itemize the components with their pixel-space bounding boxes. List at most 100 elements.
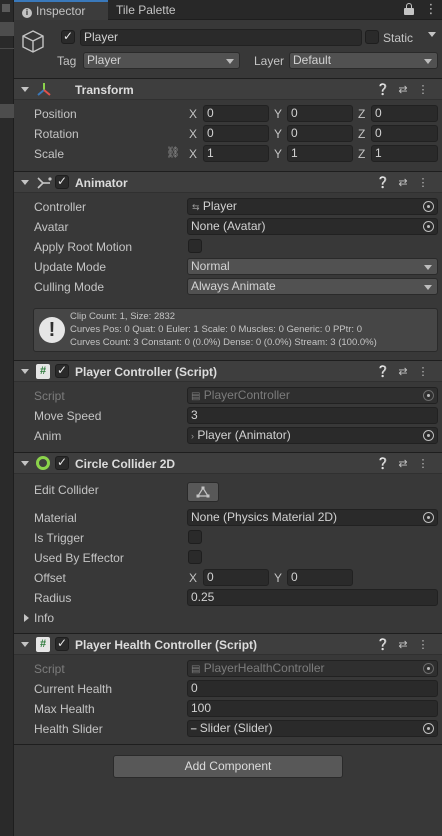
rotation-x-label[interactable]: X: [189, 126, 197, 142]
presets-icon[interactable]: ⇄: [396, 365, 410, 379]
active-checkbox[interactable]: [61, 29, 75, 44]
foldout-arrow-icon[interactable]: [21, 87, 29, 92]
scale-y-label[interactable]: Y: [274, 146, 282, 162]
kebab-menu-icon[interactable]: ⋮: [416, 457, 430, 471]
circle-collider-enabled-checkbox[interactable]: [55, 455, 69, 470]
static-dropdown-icon[interactable]: [428, 32, 436, 37]
update-mode-label: Update Mode: [34, 260, 107, 274]
add-component-button[interactable]: Add Component: [113, 755, 343, 778]
help-icon[interactable]: ❔: [376, 638, 390, 652]
animator-header[interactable]: Animator ❔ ⇄ ⋮: [14, 171, 442, 193]
radius-field[interactable]: 0.25: [187, 589, 438, 606]
presets-icon[interactable]: ⇄: [396, 83, 410, 97]
player-controller-title: Player Controller (Script): [75, 365, 218, 379]
avatar-field[interactable]: None (Avatar): [187, 218, 438, 235]
position-y-field[interactable]: 0: [287, 105, 353, 122]
rotation-x-field[interactable]: 0: [203, 125, 269, 142]
script-value: PlayerHealthController: [203, 661, 325, 675]
kebab-menu-icon[interactable]: ⋮: [416, 176, 430, 190]
update-mode-dropdown[interactable]: Normal: [187, 258, 438, 275]
tag-label: Tag: [57, 54, 77, 68]
current-health-field[interactable]: 0: [187, 680, 438, 697]
layer-dropdown[interactable]: Default: [289, 52, 438, 69]
kebab-menu-icon[interactable]: ⋮: [416, 365, 430, 379]
circle-collider-header[interactable]: Circle Collider 2D ❔ ⇄ ⋮: [14, 452, 442, 474]
foldout-arrow-icon[interactable]: [21, 369, 29, 374]
rotation-y-field[interactable]: 0: [287, 125, 353, 142]
offset-y-label[interactable]: Y: [274, 570, 282, 586]
offset-x-field[interactable]: 0: [203, 569, 269, 586]
object-picker-icon[interactable]: [423, 723, 434, 734]
rotation-z-field[interactable]: 0: [371, 125, 438, 142]
culling-mode-dropdown[interactable]: Always Animate: [187, 278, 438, 295]
slider-icon: ━: [191, 724, 197, 734]
scale-z-label[interactable]: Z: [358, 146, 365, 162]
scale-z-field[interactable]: 1: [371, 145, 438, 162]
current-health-label: Current Health: [34, 682, 113, 696]
tag-value: Player: [87, 53, 122, 67]
constrain-proportions-icon[interactable]: ⛓: [166, 147, 180, 159]
player-health-enabled-checkbox[interactable]: [55, 636, 69, 651]
scale-label: Scale: [34, 147, 65, 161]
player-controller-enabled-checkbox[interactable]: [55, 363, 69, 378]
scale-x-field[interactable]: 1: [203, 145, 269, 162]
offset-x-label[interactable]: X: [189, 570, 197, 586]
material-field[interactable]: None (Physics Material 2D): [187, 509, 438, 526]
position-x-field[interactable]: 0: [203, 105, 269, 122]
apply-root-motion-checkbox[interactable]: [188, 239, 202, 253]
rotation-z-label[interactable]: Z: [358, 126, 365, 142]
dock-strip-selected-row: [0, 22, 14, 36]
lock-icon[interactable]: [404, 3, 414, 15]
position-x-label[interactable]: X: [189, 106, 197, 122]
health-slider-field[interactable]: ━ Slider (Slider): [187, 720, 438, 737]
info-warning-icon: !: [39, 317, 65, 343]
position-z-label[interactable]: Z: [358, 106, 365, 122]
kebab-menu-icon[interactable]: ⋮: [416, 638, 430, 652]
used-by-effector-checkbox[interactable]: [188, 550, 202, 564]
static-checkbox[interactable]: [365, 30, 379, 44]
player-controller-header[interactable]: # Player Controller (Script) ❔ ⇄ ⋮: [14, 360, 442, 382]
foldout-arrow-icon[interactable]: [21, 461, 29, 466]
object-picker-icon[interactable]: [423, 201, 434, 212]
foldout-arrow-icon[interactable]: [21, 180, 29, 185]
info-foldout-label[interactable]: Info: [34, 610, 54, 626]
position-z-field[interactable]: 0: [371, 105, 438, 122]
presets-icon[interactable]: ⇄: [396, 176, 410, 190]
object-name-input[interactable]: Player: [80, 29, 362, 46]
object-picker-icon[interactable]: [423, 512, 434, 523]
help-icon[interactable]: ❔: [376, 176, 390, 190]
transform-header[interactable]: Transform ❔ ⇄ ⋮: [14, 78, 442, 100]
animator-enabled-checkbox[interactable]: [55, 174, 69, 189]
kebab-menu-icon[interactable]: ⋮: [416, 83, 430, 97]
chevron-down-icon: [424, 265, 432, 270]
static-label: Static: [383, 31, 414, 45]
position-y-label[interactable]: Y: [274, 106, 282, 122]
info-foldout-arrow-icon[interactable]: [24, 614, 29, 622]
max-health-field[interactable]: 100: [187, 700, 438, 717]
scale-x-label[interactable]: X: [189, 146, 197, 162]
help-icon[interactable]: ❔: [376, 457, 390, 471]
help-icon[interactable]: ❔: [376, 365, 390, 379]
is-trigger-checkbox[interactable]: [188, 530, 202, 544]
foldout-arrow-icon[interactable]: [21, 642, 29, 647]
controller-field[interactable]: ⇆ Player: [187, 198, 438, 215]
tag-dropdown[interactable]: Player: [83, 52, 240, 69]
tab-inspector[interactable]: i Inspector: [14, 0, 108, 20]
offset-y-field[interactable]: 0: [287, 569, 353, 586]
presets-icon[interactable]: ⇄: [396, 457, 410, 471]
help-icon[interactable]: ❔: [376, 83, 390, 97]
object-picker-icon[interactable]: [423, 221, 434, 232]
rotation-y-label[interactable]: Y: [274, 126, 282, 142]
radius-label: Radius: [34, 591, 72, 605]
presets-icon[interactable]: ⇄: [396, 638, 410, 652]
player-health-header[interactable]: # Player Health Controller (Script) ❔ ⇄ …: [14, 633, 442, 655]
object-picker-icon[interactable]: [423, 430, 434, 441]
kebab-menu-icon[interactable]: ⋮: [424, 2, 438, 16]
chevron-down-icon: [226, 59, 234, 64]
position-label: Position: [34, 107, 77, 121]
anim-field[interactable]: › Player (Animator): [187, 427, 438, 444]
tab-tile-palette[interactable]: Tile Palette: [108, 0, 184, 20]
move-speed-field[interactable]: 3: [187, 407, 438, 424]
scale-y-field[interactable]: 1: [287, 145, 353, 162]
edit-collider-button[interactable]: [187, 482, 219, 502]
